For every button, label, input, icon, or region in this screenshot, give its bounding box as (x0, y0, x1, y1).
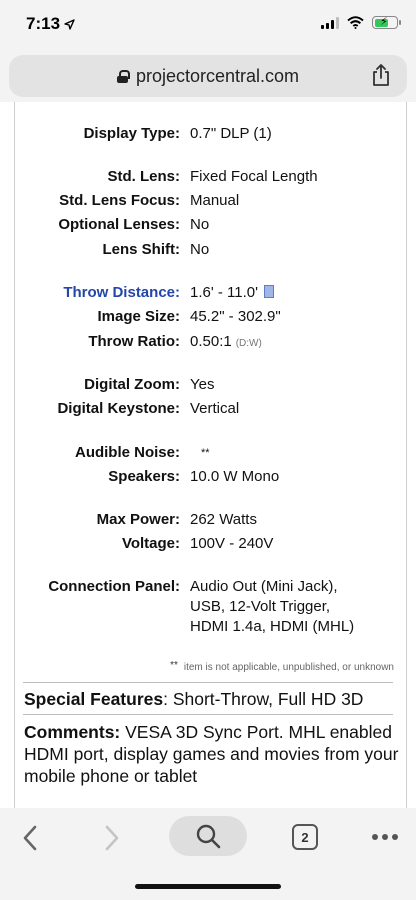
spec-label: Speakers: (108, 468, 180, 485)
address-bar[interactable]: projectorcentral.com (9, 55, 407, 97)
battery-charging-icon: ⚡ (372, 16, 401, 29)
time-label: 7:13 (26, 14, 61, 33)
spec-value: 262 Watts (190, 511, 257, 528)
share-icon[interactable] (371, 63, 391, 87)
status-indicators: ⚡ (321, 16, 401, 29)
address-bar-area: projectorcentral.com (0, 50, 416, 102)
footnote-text: item is not applicable, unpublished, or … (183, 662, 394, 673)
divider (23, 682, 393, 683)
spec-content: Display Type: 0.7" DLP (1) Std. Lens: Fi… (14, 102, 407, 808)
spec-label: Max Power: (96, 511, 180, 528)
spec-value: 10.0 W Mono (190, 468, 280, 485)
spec-value: Manual (190, 192, 240, 209)
status-bar: 7:13 ⚡ (0, 0, 416, 50)
spec-label: Std. Lens Focus: (59, 192, 180, 209)
spec-value: No (190, 241, 210, 258)
back-button[interactable] (14, 818, 46, 858)
throw-distance-value: 1.6' - 11.0' (190, 284, 258, 301)
lock-icon (116, 70, 130, 83)
cellular-signal-icon (321, 16, 339, 29)
spec-label: Voltage: (121, 535, 180, 552)
url-text: projectorcentral.com (135, 66, 300, 86)
spec-value: 0.50:1 (D:W) (190, 332, 262, 354)
home-indicator (135, 884, 281, 889)
tabs-button[interactable]: 2 (292, 824, 318, 850)
spec-value: 100V - 240V (190, 535, 274, 552)
spec-label: Optional Lenses: (58, 216, 180, 233)
throw-ratio-value: 0.50:1 (190, 333, 232, 350)
calculator-icon[interactable] (264, 285, 274, 298)
connection-line: HDMI 1.4a, HDMI (MHL) (190, 618, 355, 635)
divider (23, 714, 393, 715)
spec-value: 45.2" - 302.9" (190, 308, 281, 325)
search-button[interactable] (169, 816, 247, 856)
spec-label: Lens Shift: (102, 241, 181, 258)
wifi-icon (347, 16, 364, 29)
special-features: Special Features: Short-Throw, Full HD 3… (24, 688, 399, 710)
spec-label: Image Size: (97, 308, 180, 325)
footnote-marker: ** (170, 660, 178, 671)
spec-value: Vertical (190, 400, 240, 417)
forward-button[interactable] (96, 818, 128, 858)
special-features-value: : Short-Throw, Full HD 3D (163, 689, 364, 709)
status-time: 7:13 (26, 14, 75, 34)
spec-label: Throw Ratio: (88, 333, 180, 350)
spec-value: No (190, 216, 210, 233)
tab-count: 2 (301, 829, 309, 845)
chevron-left-icon (23, 825, 37, 851)
special-features-label: Special Features (24, 689, 164, 709)
spec-value: Yes (190, 376, 215, 393)
location-arrow-icon (64, 18, 75, 30)
spec-label: Digital Zoom: (84, 376, 180, 393)
spec-value: 0.7" DLP (1) (190, 125, 272, 142)
connection-line: USB, 12-Volt Trigger, (190, 598, 331, 615)
more-dots-icon[interactable] (372, 834, 398, 840)
spec-value: Fixed Focal Length (190, 168, 318, 185)
spec-label: Std. Lens: (107, 168, 180, 185)
spec-label: Connection Panel: (48, 578, 180, 595)
footnote: ** item is not applicable, unpublished, o… (15, 660, 408, 673)
throw-distance-link[interactable]: Throw Distance: (63, 283, 180, 303)
spec-label: Display Type: (83, 125, 180, 142)
comments-label: Comments: (24, 722, 121, 742)
spec-label: Digital Keystone: (57, 400, 180, 417)
search-icon (196, 824, 221, 849)
chevron-right-icon (105, 825, 119, 851)
comments: Comments: VESA 3D Sync Port. MHL enabled… (24, 721, 399, 787)
spec-value: 1.6' - 11.0' (190, 283, 274, 303)
throw-ratio-note: (D:W) (235, 338, 262, 349)
spec-label: Audible Noise: (74, 444, 180, 461)
connection-line: Audio Out (Mini Jack), (190, 578, 338, 595)
spec-value: ** (201, 447, 210, 459)
